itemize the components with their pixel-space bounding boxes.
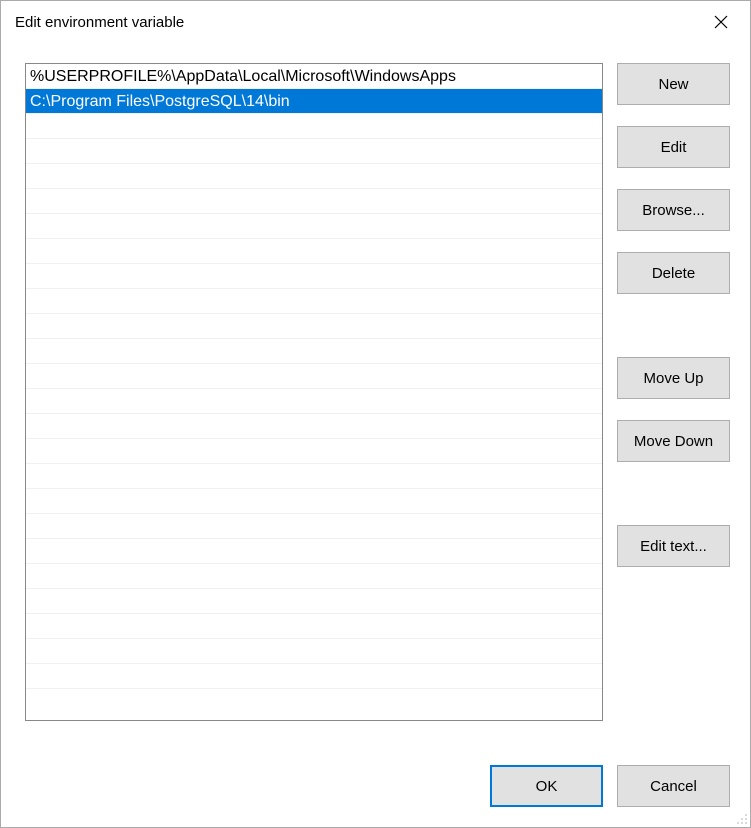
resize-grip-icon[interactable] bbox=[734, 811, 748, 825]
edit-text-button[interactable]: Edit text... bbox=[617, 525, 730, 567]
move-down-button[interactable]: Move Down bbox=[617, 420, 730, 462]
list-item-empty[interactable] bbox=[26, 589, 602, 614]
browse-button[interactable]: Browse... bbox=[617, 189, 730, 231]
list-item-empty[interactable] bbox=[26, 639, 602, 664]
edit-env-variable-dialog: Edit environment variable %USERPROFILE%\… bbox=[0, 0, 751, 828]
list-item-empty[interactable] bbox=[26, 214, 602, 239]
list-item-empty[interactable] bbox=[26, 314, 602, 339]
new-button[interactable]: New bbox=[617, 63, 730, 105]
list-item-empty[interactable] bbox=[26, 664, 602, 689]
list-item-empty[interactable] bbox=[26, 364, 602, 389]
list-item-empty[interactable] bbox=[26, 264, 602, 289]
list-item-empty[interactable] bbox=[26, 514, 602, 539]
list-item-empty[interactable] bbox=[26, 489, 602, 514]
list-item-empty[interactable] bbox=[26, 539, 602, 564]
dialog-footer: OK Cancel bbox=[1, 765, 750, 827]
close-icon[interactable] bbox=[704, 9, 738, 35]
move-up-button[interactable]: Move Up bbox=[617, 357, 730, 399]
list-item[interactable]: C:\Program Files\PostgreSQL\14\bin bbox=[26, 89, 602, 114]
list-item-empty[interactable] bbox=[26, 439, 602, 464]
list-item-empty[interactable] bbox=[26, 339, 602, 364]
cancel-button[interactable]: Cancel bbox=[617, 765, 730, 807]
delete-button[interactable]: Delete bbox=[617, 252, 730, 294]
list-item-empty[interactable] bbox=[26, 114, 602, 139]
button-column: New Edit Browse... Delete Move Up Move D… bbox=[617, 63, 730, 735]
edit-button[interactable]: Edit bbox=[617, 126, 730, 168]
list-item-empty[interactable] bbox=[26, 189, 602, 214]
list-item-empty[interactable] bbox=[26, 164, 602, 189]
list-item-empty[interactable] bbox=[26, 389, 602, 414]
list-item-empty[interactable] bbox=[26, 239, 602, 264]
list-item-empty[interactable] bbox=[26, 139, 602, 164]
content-area: %USERPROFILE%\AppData\Local\Microsoft\Wi… bbox=[1, 43, 750, 747]
list-item-empty[interactable] bbox=[26, 464, 602, 489]
list-item-empty[interactable] bbox=[26, 289, 602, 314]
list-item[interactable]: %USERPROFILE%\AppData\Local\Microsoft\Wi… bbox=[26, 64, 602, 89]
path-listbox[interactable]: %USERPROFILE%\AppData\Local\Microsoft\Wi… bbox=[25, 63, 603, 721]
ok-button[interactable]: OK bbox=[490, 765, 603, 807]
list-item-empty[interactable] bbox=[26, 414, 602, 439]
list-item-empty[interactable] bbox=[26, 564, 602, 589]
list-item-empty[interactable] bbox=[26, 614, 602, 639]
titlebar: Edit environment variable bbox=[1, 1, 750, 43]
dialog-title: Edit environment variable bbox=[15, 14, 184, 31]
